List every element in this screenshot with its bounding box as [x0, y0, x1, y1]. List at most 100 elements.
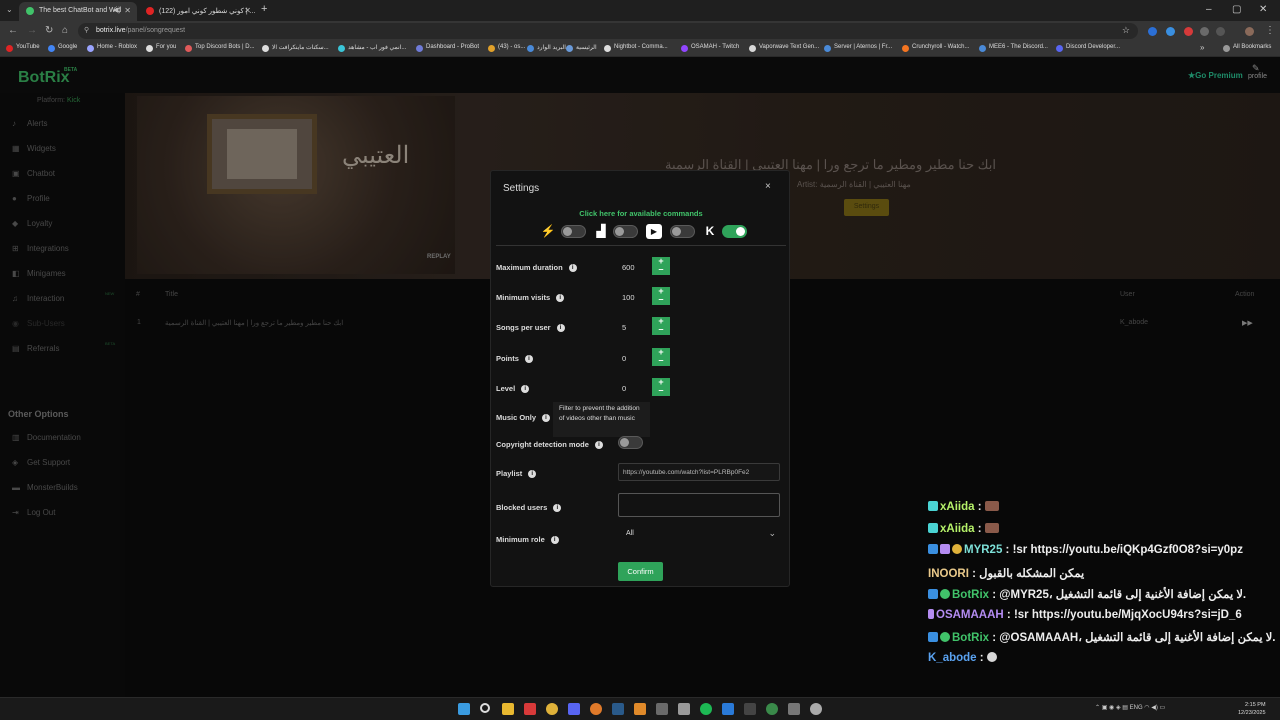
min-visits-stepper[interactable]: + – — [652, 287, 670, 305]
bookmark-discord-developer[interactable]: Discord Developer... — [1056, 44, 1120, 52]
app-icon[interactable] — [810, 703, 822, 715]
forward-icon[interactable]: → — [27, 25, 37, 36]
app-icon[interactable] — [722, 703, 734, 715]
bookmark-star-icon[interactable]: ☆ — [1122, 25, 1130, 36]
app-icon[interactable] — [678, 703, 690, 715]
maximize-icon[interactable]: ▢ — [1232, 4, 1241, 15]
user-avatar-icon[interactable] — [1245, 27, 1254, 36]
bookmark-home-ar[interactable]: الرئيسية — [566, 44, 597, 52]
spotify-icon[interactable] — [700, 703, 712, 715]
confirm-button[interactable]: Confirm — [618, 562, 663, 581]
extension-icon[interactable] — [1148, 27, 1157, 36]
tab-botrix[interactable]: The best ChatBot and Wid ◀) ✕ — [19, 2, 137, 21]
close-icon[interactable]: ✕ — [244, 6, 251, 15]
level-stepper[interactable]: + – — [652, 378, 670, 396]
max-duration-input[interactable]: 600 — [618, 258, 653, 275]
tab-audio-icon[interactable]: ◀) — [113, 6, 121, 14]
bookmark-probot[interactable]: Dashboard - ProBot — [416, 44, 479, 52]
info-icon[interactable]: i — [528, 470, 537, 479]
bookmark-anime[interactable]: انمي فور اب - مشاهد... — [338, 44, 406, 52]
points-input[interactable]: 0 — [618, 349, 653, 366]
level-input[interactable]: 0 — [618, 379, 653, 396]
windows-start-icon[interactable] — [458, 703, 470, 715]
extension-icon[interactable] — [1200, 27, 1209, 36]
bookmark-vaporwave[interactable]: Vaporwave Text Gen... — [749, 44, 819, 52]
points-stepper[interactable]: + – — [652, 348, 670, 366]
info-icon[interactable]: i — [568, 264, 577, 273]
chrome-icon[interactable] — [546, 703, 558, 715]
songs-per-user-input[interactable]: 5 — [618, 318, 653, 335]
info-icon[interactable]: i — [521, 385, 530, 394]
clock[interactable]: 2:15 PM 12/23/2025 — [1238, 701, 1266, 717]
extension-icon[interactable] — [1184, 27, 1193, 36]
window-close-icon[interactable]: ✕ — [1259, 4, 1267, 15]
close-icon[interactable]: × — [765, 181, 771, 192]
bookmark-roblox[interactable]: Home - Roblox — [87, 44, 137, 52]
info-icon[interactable]: i — [556, 294, 565, 303]
bookmark-inbox[interactable]: البريد الوارد — [527, 44, 566, 52]
discord-icon[interactable] — [568, 703, 580, 715]
copyright-toggle[interactable] — [618, 436, 643, 449]
language-indicator[interactable]: ENG — [1130, 705, 1143, 711]
tray-app-icon[interactable]: ▣ — [1102, 705, 1108, 711]
extensions-puzzle-icon[interactable] — [1216, 27, 1225, 36]
songs-per-user-stepper[interactable]: + – — [652, 317, 670, 335]
close-icon[interactable]: ✕ — [124, 6, 131, 15]
app-icon[interactable] — [634, 703, 646, 715]
bookmark-os[interactable]: (43) - os... — [488, 44, 525, 52]
bookmark-google[interactable]: Google — [48, 44, 77, 52]
volume-icon[interactable]: ◀) — [1151, 705, 1158, 711]
bookmark-minecraft[interactable]: سكنات ماينكرافت الا... — [262, 44, 329, 52]
tray-app-icon[interactable]: ◈ — [1116, 705, 1121, 711]
new-tab-icon[interactable]: + — [261, 3, 267, 15]
bookmark-youtube[interactable]: YouTube — [6, 44, 40, 52]
tab-search-icon[interactable]: ⌄ — [6, 5, 13, 14]
app-icon[interactable] — [744, 703, 756, 715]
app-icon[interactable] — [788, 703, 800, 715]
playlist-input[interactable]: https://youtube.com/watch?list=PLRBp0Fe2 — [618, 463, 780, 481]
info-icon[interactable]: i — [524, 355, 533, 364]
tray-overflow-icon[interactable]: ⌃ — [1095, 705, 1100, 711]
file-explorer-icon[interactable] — [502, 703, 514, 715]
max-duration-stepper[interactable]: + – — [652, 257, 670, 275]
tray-app-icon[interactable]: ◉ — [1109, 705, 1114, 711]
wifi-icon[interactable]: ◠ — [1144, 705, 1149, 711]
min-visits-input[interactable]: 100 — [618, 288, 653, 305]
bookmark-crunchyroll[interactable]: Crunchyroll - Watch... — [902, 44, 969, 52]
kick-k-toggle[interactable] — [722, 225, 747, 238]
bookmark-for-you[interactable]: For you — [146, 44, 176, 52]
info-icon[interactable]: i — [542, 414, 551, 423]
info-icon[interactable]: i — [594, 441, 603, 450]
bookmark-nightbot[interactable]: Nightbot - Comma... — [604, 44, 668, 52]
info-icon[interactable]: i — [556, 324, 565, 333]
youtube-toggle[interactable] — [670, 225, 695, 238]
app-icon[interactable] — [590, 703, 602, 715]
bookmark-osamah-twitch[interactable]: OSAMAH - Twitch — [681, 44, 739, 52]
twitch-toggle[interactable] — [613, 225, 638, 238]
kick-toggle[interactable] — [561, 225, 586, 238]
info-icon[interactable]: i — [553, 504, 562, 513]
commands-link[interactable]: Click here for available commands — [491, 209, 791, 218]
site-info-icon[interactable]: ⚲ — [84, 26, 89, 34]
browser-menu-icon[interactable]: ⋮ — [1265, 25, 1275, 36]
bookmarks-overflow-icon[interactable]: » — [1200, 43, 1204, 52]
extension-icon[interactable] — [1166, 27, 1175, 36]
home-icon[interactable]: ⌂ — [62, 25, 68, 36]
reload-icon[interactable]: ↻ — [45, 25, 53, 36]
url-field[interactable]: ⚲ botrix.live/panel/songrequest ☆ — [78, 23, 1138, 39]
tray-app-icon[interactable]: ▤ — [1122, 705, 1128, 711]
minimum-role-select[interactable]: All ⌄ — [618, 527, 782, 543]
bookmark-mee6[interactable]: MEE6 - The Discord... — [979, 44, 1048, 52]
tab-youtube[interactable]: (122) كوني شطور كوني امور | ... ✕ — [139, 2, 257, 21]
app-icon[interactable] — [524, 703, 536, 715]
app-icon[interactable] — [656, 703, 668, 715]
back-icon[interactable]: ← — [8, 25, 18, 36]
minimize-icon[interactable]: – — [1206, 4, 1212, 15]
battery-icon[interactable]: ▭ — [1160, 705, 1166, 711]
search-icon[interactable] — [480, 703, 490, 713]
all-bookmarks[interactable]: All Bookmarks — [1223, 44, 1271, 52]
bookmark-aternos[interactable]: Server | Aternos | Fr... — [824, 44, 892, 52]
info-icon[interactable]: i — [550, 536, 559, 545]
blocked-users-input[interactable] — [618, 493, 780, 517]
steam-icon[interactable] — [612, 703, 624, 715]
